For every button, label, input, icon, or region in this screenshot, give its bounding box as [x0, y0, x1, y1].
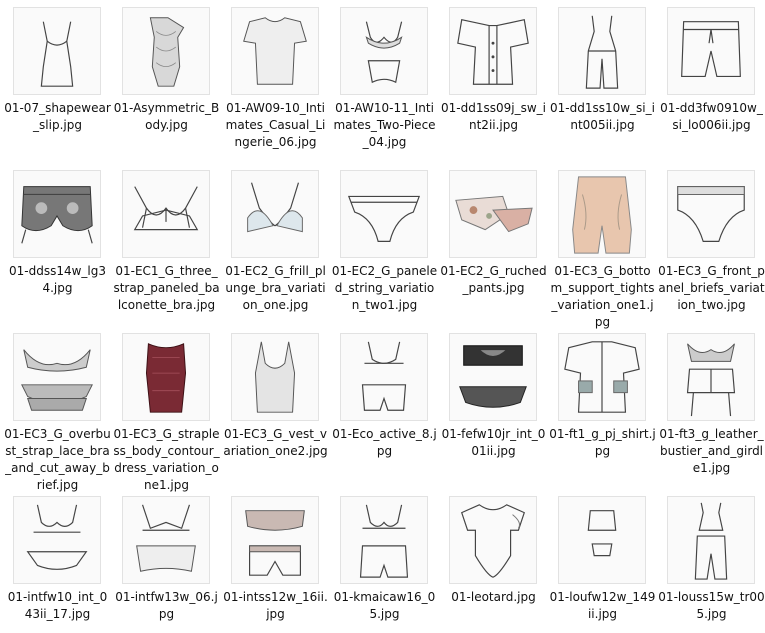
file-name-label: 01-Eco_active_8.jpg	[332, 427, 437, 458]
file-name-label: 01-EC2_G_paneled_string_variation_two1.j…	[331, 264, 438, 312]
file-name-label: 01-07_shapewear_slip.jpg	[4, 101, 111, 132]
file-thumbnail-image[interactable]	[231, 333, 319, 421]
file-name-label: 01-EC2_G_frill_plunge_bra_variation_one.…	[225, 264, 326, 312]
file-thumbnail-image[interactable]	[558, 496, 646, 584]
file-name-label: 01-EC1_G_three_strap_paneled_balconette_…	[113, 264, 220, 312]
file-thumbnail-image[interactable]	[231, 170, 319, 258]
file-thumbnail-image[interactable]	[449, 333, 537, 421]
file-name-label: 01-EC2_G_ruched_pants.jpg	[440, 264, 547, 295]
file-thumbnail-image[interactable]	[667, 333, 755, 421]
file-name-label: 01-Asymmetric_Body.jpg	[113, 101, 220, 132]
file-name-label: 01-loufw12w_149ii.jpg	[549, 590, 656, 621]
file-name-label: 01-dd3fw0910w_si_lo006ii.jpg	[660, 101, 763, 132]
file-thumbnail-image[interactable]	[449, 7, 537, 95]
file-thumbnail-image[interactable]	[13, 7, 101, 95]
file-thumbnail-image[interactable]	[449, 496, 537, 584]
file-thumbnail-image[interactable]	[558, 7, 646, 95]
file-thumbnail-image[interactable]	[667, 170, 755, 258]
file-thumbnail-image[interactable]	[558, 170, 646, 258]
file-name-label: 01-ddss14w_lg34.jpg	[8, 264, 106, 295]
file-name-label: 01-AW09-10_Intimates_Casual_Lingerie_06.…	[225, 101, 326, 149]
file-thumbnail-image[interactable]	[667, 7, 755, 95]
file-name-label: 01-dd1ss09j_sw_int2ii.jpg	[441, 101, 546, 132]
file-thumbnail-image[interactable]	[231, 7, 319, 95]
file-name-label: 01-EC3_G_overbust_strap_lace_bra_and_cut…	[4, 427, 111, 492]
file-name-label: 01-intss12w_16ii.jpg	[223, 590, 328, 621]
file-name-label: 01-ft3_g_leather_bustier_and_girdle1.jpg	[659, 427, 764, 475]
file-thumbnail-grid: 01-07_shapewear_slip.jpg 01-Asymmetric_Bo…	[0, 0, 765, 633]
file-thumbnail-image[interactable]	[231, 496, 319, 584]
file-name-label: 01-EC3_G_strapless_body_contour_dress_va…	[113, 427, 220, 492]
file-name-label: 01-AW10-11_Intimates_Two-Piece_04.jpg	[333, 101, 436, 149]
file-thumbnail-image[interactable]	[13, 170, 101, 258]
file-thumbnail-image[interactable]	[449, 170, 537, 258]
file-name-label: 01-leotard.jpg	[451, 590, 536, 604]
file-name-label: 01-fefw10jr_int_001ii.jpg	[441, 427, 546, 458]
file-thumbnail-image[interactable]	[122, 333, 210, 421]
file-name-label: 01-EC3_G_bottom_support_tights_variation…	[550, 264, 655, 329]
file-thumbnail-image[interactable]	[340, 333, 428, 421]
file-name-label: 01-EC3_G_front_panel_briefs_variation_tw…	[658, 264, 765, 312]
file-thumbnail-image[interactable]	[340, 496, 428, 584]
file-name-label: 01-louss15w_tr005.jpg	[658, 590, 765, 621]
file-name-label: 01-dd1ss10w_si_int005ii.jpg	[550, 101, 655, 132]
file-thumbnail-image[interactable]	[558, 333, 646, 421]
file-thumbnail-image[interactable]	[340, 7, 428, 95]
file-name-label: 01-ft1_g_pj_shirt.jpg	[549, 427, 656, 458]
file-name-label: 01-intfw10_int_043ii_17.jpg	[7, 590, 108, 621]
file-name-label: 01-EC3_G_vest_variation_one2.jpg	[223, 427, 328, 458]
file-thumbnail-image[interactable]	[122, 7, 210, 95]
file-thumbnail-image[interactable]	[340, 170, 428, 258]
file-thumbnail-image[interactable]	[667, 496, 755, 584]
file-thumbnail-image[interactable]	[122, 170, 210, 258]
file-thumbnail-image[interactable]	[122, 496, 210, 584]
file-name-label: 01-intfw13w_06.jpg	[115, 590, 218, 621]
file-thumbnail-image[interactable]	[13, 496, 101, 584]
file-thumbnail-image[interactable]	[13, 333, 101, 421]
file-name-label: 01-kmaicaw16_05.jpg	[333, 590, 436, 621]
